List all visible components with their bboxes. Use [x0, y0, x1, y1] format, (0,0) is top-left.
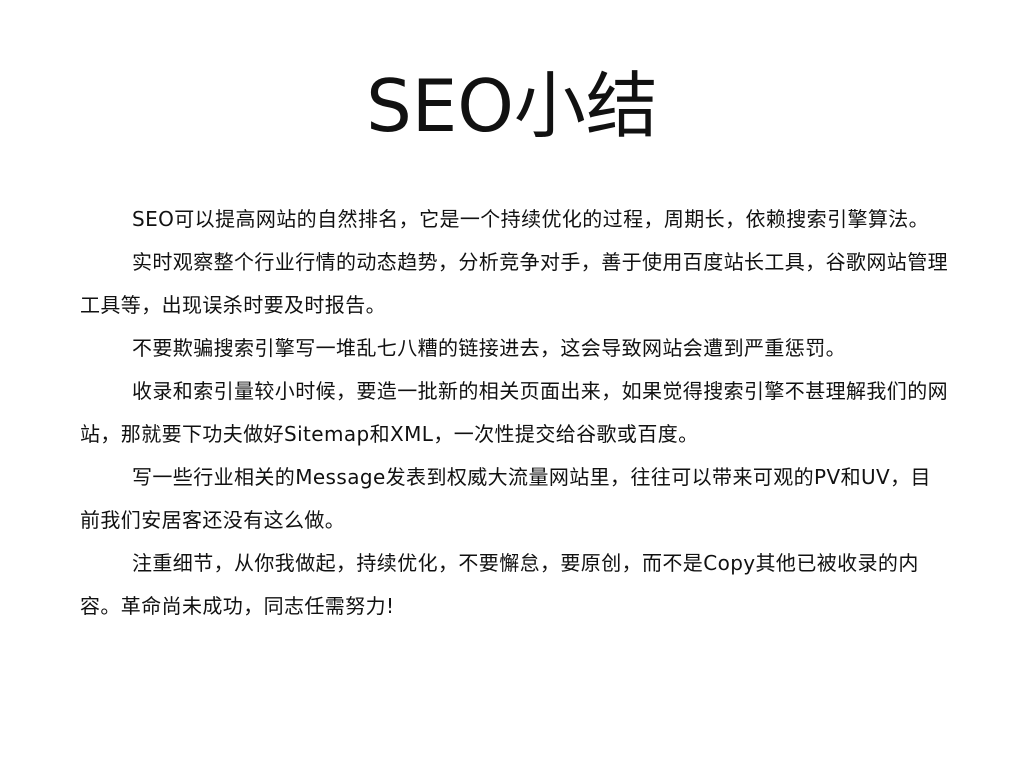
paragraph-no-cheating: 不要欺骗搜索引擎写一堆乱七八糟的链接进去，这会导致网站会遭到严重惩罚。 — [132, 336, 846, 360]
paragraph-details: 注重细节，从你我做起，持续优化，不要懈怠，要原创，而不是Copy其他已被收录的内… — [80, 551, 919, 618]
paragraph-seo-overview: SEO可以提高网站的自然排名，它是一个持续优化的过程，周期长，依赖搜索引擎算法。 — [132, 207, 930, 231]
slide: SEO小结 SEO可以提高网站的自然排名，它是一个持续优化的过程，周期长，依赖搜… — [0, 0, 1024, 768]
paragraph-monitor-trends: 实时观察整个行业行情的动态趋势，分析竞争对手，善于使用百度站长工具，谷歌网站管理… — [80, 250, 948, 317]
slide-title: SEO小结 — [366, 64, 658, 148]
slide-body: SEO可以提高网站的自然排名，它是一个持续优化的过程，周期长，依赖搜索引擎算法。… — [80, 198, 950, 628]
paragraph-industry-message: 写一些行业相关的Message发表到权威大流量网站里，往往可以带来可观的PV和U… — [80, 465, 931, 532]
paragraph-sitemap: 收录和索引量较小时候，要造一批新的相关页面出来，如果觉得搜索引擎不甚理解我们的网… — [80, 379, 948, 446]
